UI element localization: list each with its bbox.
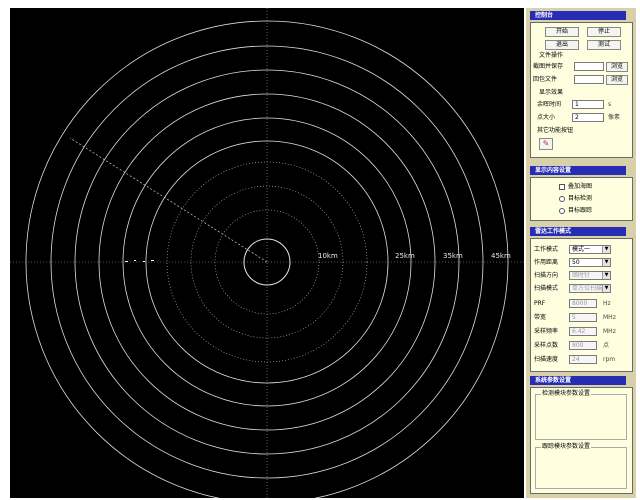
target-detection-radio[interactable] xyxy=(559,196,565,202)
range-label: 作用距离 xyxy=(534,259,559,266)
range-label: 25km xyxy=(395,252,415,260)
radar-scope: 10km 25km 35km 45km xyxy=(10,8,524,498)
scan-mode-label: 扫描模式 xyxy=(534,285,559,292)
control-panel-title: 控制台 xyxy=(530,11,626,20)
detection-group-label: 检测模块参数设置 xyxy=(541,390,592,398)
range-label: 35km xyxy=(443,252,463,260)
prf-input[interactable]: 8000 xyxy=(569,299,597,308)
work-mode-select[interactable]: 模式一 ▼ xyxy=(569,245,611,254)
radar-params-title: 雷达工作模式 xyxy=(530,227,626,236)
prf-unit: Hz xyxy=(603,300,611,307)
other-functions-label: 其它功能按钮 xyxy=(537,127,574,134)
packet-file-input[interactable] xyxy=(574,75,604,84)
dot-size-label: 点大小 xyxy=(537,114,556,121)
scan-direction-value: 顺时针 xyxy=(572,272,591,279)
prf-label: PRF xyxy=(534,300,546,307)
scan-mode-select[interactable]: 单方位扫描 ▼ xyxy=(569,284,611,293)
bandwidth-unit: MHz xyxy=(603,314,616,321)
afterglow-input[interactable]: 1 xyxy=(572,100,604,109)
target-tracking-radio[interactable] xyxy=(559,208,565,214)
target-tracking-label: 目标跟踪 xyxy=(568,207,593,214)
browse-screenshot-button[interactable]: 浏览 xyxy=(606,62,628,72)
sample-freq-unit: MHz xyxy=(603,328,616,335)
chevron-down-icon: ▼ xyxy=(602,246,610,253)
tool-button[interactable]: ✎ xyxy=(539,138,553,150)
start-button[interactable]: 开始 xyxy=(545,27,579,37)
sample-points-input[interactable]: 800 xyxy=(569,341,597,350)
test-button[interactable]: 测试 xyxy=(587,40,621,50)
display-settings-title: 显示内容设置 xyxy=(530,166,626,175)
scan-speed-input[interactable]: 24 xyxy=(569,355,597,364)
sample-points-label: 采样点数 xyxy=(534,342,559,349)
scan-direction-select[interactable]: 顺时针 ▼ xyxy=(569,271,611,280)
sample-freq-label: 采样频率 xyxy=(534,328,559,335)
range-value: 50 xyxy=(572,259,580,266)
system-params-panel: 检测模块参数设置 跟踪模块参数设置 xyxy=(530,387,633,494)
bandwidth-input[interactable]: 5 xyxy=(569,313,597,322)
dot-size-input[interactable]: 2 xyxy=(572,113,604,122)
stop-button[interactable]: 停止 xyxy=(587,27,621,37)
detection-params-group xyxy=(535,394,627,440)
screenshot-path-input[interactable] xyxy=(574,62,604,71)
sample-points-unit: 点 xyxy=(603,342,610,349)
target-detection-label: 目标检测 xyxy=(568,195,593,202)
display-settings-panel: 叠加海图 目标检测 目标跟踪 xyxy=(530,177,633,221)
chevron-down-icon: ▼ xyxy=(602,285,610,292)
chevron-down-icon: ▼ xyxy=(602,259,610,266)
display-effects-label: 显示效果 xyxy=(539,89,564,96)
bandwidth-label: 带宽 xyxy=(534,314,547,321)
packet-file-label: 回包文件 xyxy=(533,76,558,83)
scan-mode-value: 单方位扫描 xyxy=(572,285,603,292)
overlay-map-label: 叠加海图 xyxy=(568,183,593,190)
afterglow-unit: s xyxy=(608,101,612,108)
work-mode-value: 模式一 xyxy=(572,246,591,253)
system-params-title: 系统参数设置 xyxy=(530,376,626,385)
sample-freq-input[interactable]: 6.42 xyxy=(569,327,597,336)
screenshot-save-label: 截图并保存 xyxy=(533,63,564,70)
side-panel: 控制台 开始 停止 退出 测试 文件操作 截图并保存 浏览 回包文件 浏览 显示… xyxy=(526,8,636,498)
range-label: 10km xyxy=(318,252,338,260)
scan-speed-label: 扫描速度 xyxy=(534,356,559,363)
work-mode-label: 工作模式 xyxy=(534,246,559,253)
dot-size-unit: 像素 xyxy=(608,114,621,121)
tool-icon: ✎ xyxy=(542,139,550,148)
exit-button[interactable]: 退出 xyxy=(545,40,579,50)
range-select[interactable]: 50 ▼ xyxy=(569,258,611,267)
chevron-down-icon: ▼ xyxy=(602,272,610,279)
scan-speed-unit: rpm xyxy=(603,356,616,363)
scan-direction-label: 扫描方向 xyxy=(534,272,559,279)
browse-packet-button[interactable]: 浏览 xyxy=(606,75,628,85)
overlay-map-checkbox[interactable] xyxy=(559,184,565,190)
range-label: 45km xyxy=(491,252,511,260)
tracking-params-group xyxy=(535,447,627,489)
file-ops-label: 文件操作 xyxy=(539,52,564,59)
radar-display[interactable]: 10km 25km 35km 45km xyxy=(10,8,524,498)
tracking-group-label: 跟踪模块参数设置 xyxy=(541,443,592,451)
radar-params-panel: 工作模式 模式一 ▼ 作用距离 50 ▼ 扫描方向 顺时针 ▼ 扫描模式 单方位扫描 ▼… xyxy=(530,238,633,372)
control-panel: 开始 停止 退出 测试 文件操作 截图并保存 浏览 回包文件 浏览 显示效果 余… xyxy=(530,22,633,158)
afterglow-label: 余晖时间 xyxy=(537,101,562,108)
